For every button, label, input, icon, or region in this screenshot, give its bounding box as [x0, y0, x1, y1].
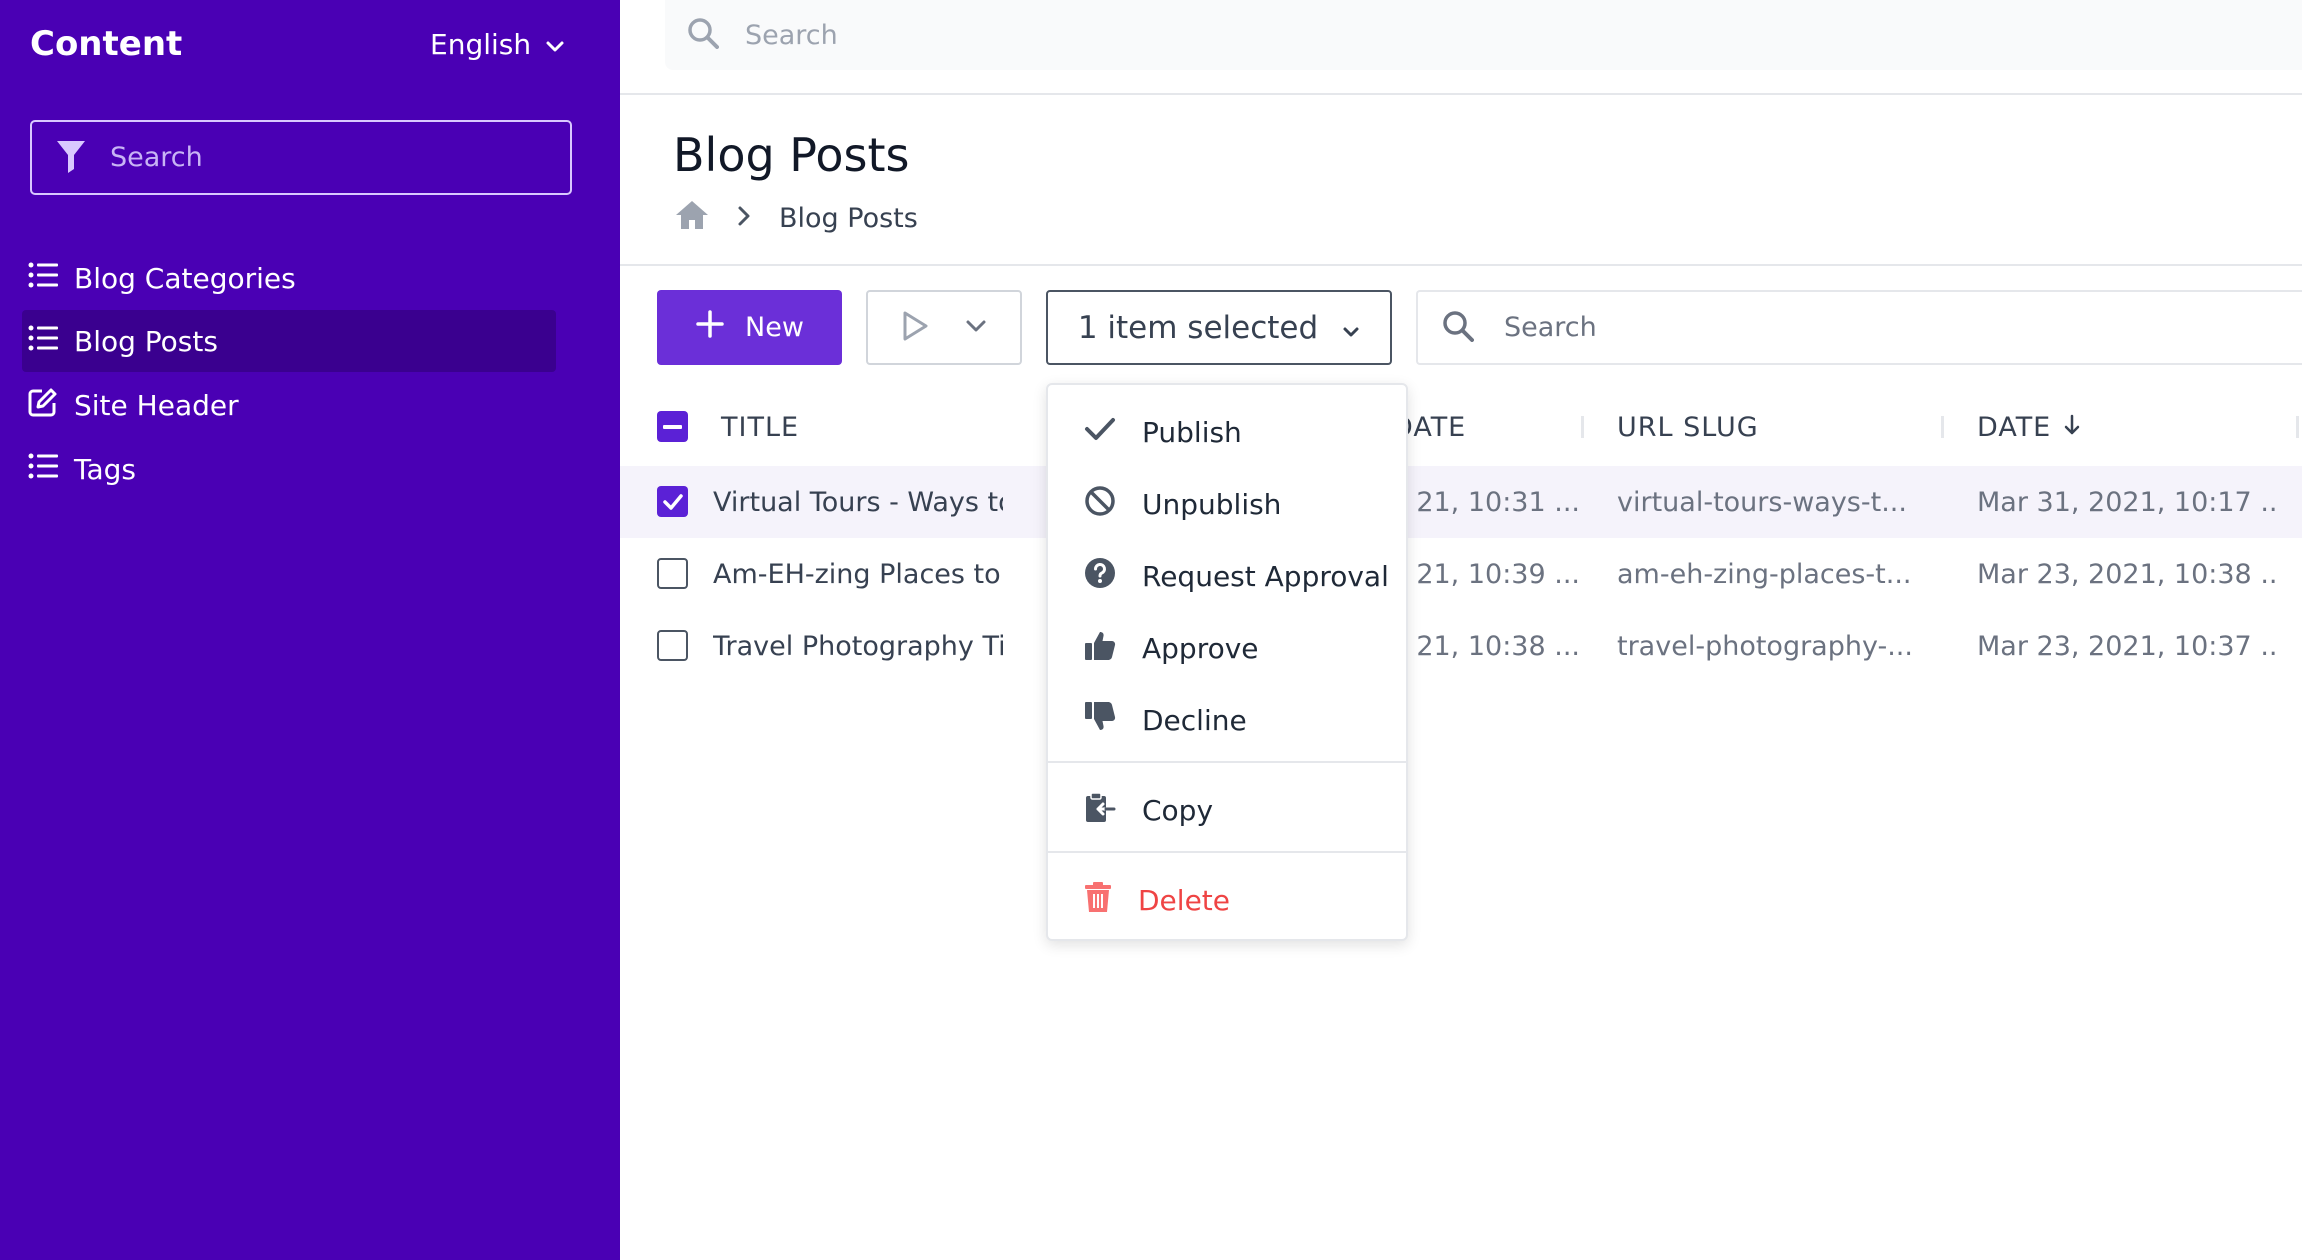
sidebar-item-label: Blog Posts	[74, 324, 218, 358]
sidebar-filter-input[interactable]: Search	[30, 120, 572, 195]
list-icon	[28, 325, 58, 358]
row-checkbox[interactable]	[657, 558, 688, 589]
page-title: Blog Posts	[673, 128, 910, 182]
language-label: English	[430, 28, 532, 61]
column-resize-handle[interactable]	[1941, 416, 1944, 438]
row-checkbox[interactable]	[657, 630, 688, 661]
table-row[interactable]: Virtual Tours - Ways to Tr 21, 10:31 ...…	[620, 466, 2302, 538]
ban-icon	[1084, 485, 1116, 524]
row-checkbox[interactable]	[657, 486, 688, 517]
cell-title[interactable]: Am-EH-zing Places to Vis	[713, 538, 1003, 610]
menu-item-delete[interactable]: Delete	[1048, 864, 1406, 936]
run-actions-button[interactable]	[866, 290, 1022, 365]
selection-count-label: 1 item selected	[1077, 309, 1319, 346]
menu-item-label: Approve	[1142, 631, 1259, 665]
cell-url-slug: virtual-tours-ways-t...	[1617, 486, 1907, 518]
new-button[interactable]: New	[657, 290, 842, 365]
sidebar-item-tags[interactable]: Tags	[22, 438, 556, 500]
cell-date-published: 21, 10:38 ...	[1416, 630, 1580, 662]
chevron-right-icon	[737, 203, 751, 234]
sidebar-item-blog-posts[interactable]: Blog Posts	[22, 310, 556, 372]
check-icon	[1084, 416, 1116, 449]
list-search-input[interactable]: Search	[1416, 290, 2302, 365]
breadcrumb: Blog Posts	[675, 200, 918, 237]
column-header-date[interactable]: DATE	[1977, 412, 2081, 443]
sidebar-search-placeholder: Search	[110, 142, 203, 173]
cell-date-published: 21, 10:31 ...	[1416, 486, 1580, 518]
menu-item-request-approval[interactable]: Request Approval	[1048, 540, 1406, 612]
select-all-checkbox[interactable]	[657, 411, 688, 442]
cell-date: Mar 23, 2021, 10:38 ...	[1977, 558, 2277, 590]
column-resize-handle[interactable]	[1581, 416, 1584, 438]
menu-item-label: Request Approval	[1142, 559, 1389, 593]
cell-date-published: 21, 10:39 ...	[1416, 558, 1580, 590]
sidebar-item-label: Tags	[74, 452, 136, 486]
menu-divider	[1048, 851, 1406, 853]
chevron-down-icon	[965, 318, 987, 337]
cell-date: Mar 31, 2021, 10:17 ...	[1977, 486, 2277, 518]
menu-item-label: Decline	[1142, 703, 1247, 737]
trash-icon	[1084, 881, 1112, 920]
header-divider	[620, 264, 2302, 266]
search-icon	[1442, 310, 1474, 346]
menu-item-label: Publish	[1142, 415, 1242, 449]
column-header-date-label: DATE	[1977, 412, 2052, 443]
menu-item-label: Delete	[1138, 883, 1230, 917]
menu-item-publish[interactable]: Publish	[1048, 396, 1406, 468]
column-header-title[interactable]: TITLE	[721, 412, 799, 443]
edit-icon	[28, 387, 58, 424]
menu-item-decline[interactable]: Decline	[1048, 684, 1406, 756]
play-icon	[901, 310, 929, 346]
bulk-actions-menu: Publish Unpublish Request Approval Appro…	[1046, 383, 1408, 941]
sidebar: Content English Search Blog Categories B…	[0, 0, 620, 1260]
cell-url-slug: travel-photography-...	[1617, 630, 1913, 662]
arrow-down-icon	[2063, 412, 2081, 443]
column-header-url-slug[interactable]: URL SLUG	[1617, 412, 1759, 443]
list-icon	[28, 453, 58, 486]
sidebar-item-blog-categories[interactable]: Blog Categories	[22, 247, 556, 309]
new-button-label: New	[745, 312, 804, 343]
chevron-down-icon	[1342, 310, 1360, 346]
chevron-down-icon	[545, 28, 565, 61]
column-resize-handle[interactable]	[2296, 416, 2299, 438]
menu-item-label: Copy	[1142, 793, 1214, 827]
cell-title[interactable]: Virtual Tours - Ways to Tr	[713, 466, 1003, 538]
thumbs-up-icon	[1084, 629, 1116, 668]
menu-item-label: Unpublish	[1142, 487, 1282, 521]
clipboard-copy-icon	[1084, 791, 1116, 830]
cell-date: Mar 23, 2021, 10:37 ...	[1977, 630, 2277, 662]
menu-divider	[1048, 761, 1406, 763]
top-bar: Search	[620, 0, 2302, 95]
cell-title[interactable]: Travel Photography Tips:	[713, 610, 1003, 682]
question-circle-icon	[1084, 557, 1116, 596]
menu-item-copy[interactable]: Copy	[1048, 774, 1406, 846]
plus-icon	[695, 309, 725, 346]
global-search-input[interactable]: Search	[665, 0, 2302, 70]
search-icon	[687, 17, 719, 53]
filter-icon	[56, 139, 86, 177]
list-search-placeholder: Search	[1504, 312, 1597, 343]
sidebar-item-label: Site Header	[74, 388, 239, 422]
sidebar-title: Content	[30, 24, 183, 64]
list-icon	[28, 262, 58, 295]
thumbs-down-icon	[1084, 701, 1116, 740]
bulk-actions-dropdown[interactable]: 1 item selected	[1046, 290, 1392, 365]
breadcrumb-current[interactable]: Blog Posts	[779, 203, 918, 234]
sidebar-item-label: Blog Categories	[74, 261, 296, 295]
home-icon[interactable]	[675, 200, 709, 237]
cell-url-slug: am-eh-zing-places-t...	[1617, 558, 1912, 590]
menu-item-approve[interactable]: Approve	[1048, 612, 1406, 684]
menu-item-unpublish[interactable]: Unpublish	[1048, 468, 1406, 540]
table-row[interactable]: Am-EH-zing Places to Vis 21, 10:39 ... a…	[620, 538, 2302, 610]
table-row[interactable]: Travel Photography Tips: 21, 10:38 ... t…	[620, 610, 2302, 682]
global-search-placeholder: Search	[745, 19, 838, 51]
sidebar-item-site-header[interactable]: Site Header	[22, 374, 556, 436]
language-selector[interactable]: English	[430, 28, 565, 61]
